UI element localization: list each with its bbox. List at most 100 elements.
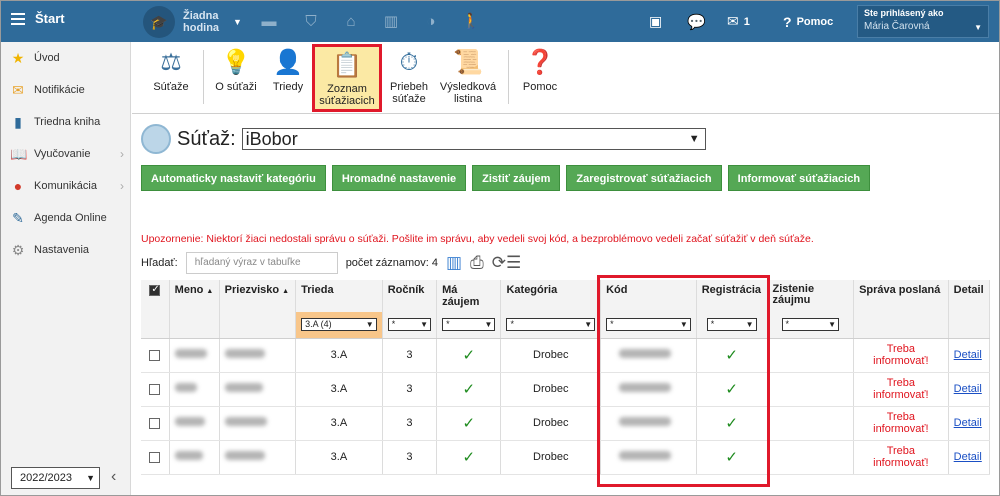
refresh-list-icon[interactable]: ⟳☰ <box>492 253 521 273</box>
cell-zistenie <box>767 406 855 441</box>
col-trieda[interactable]: Trieda <box>295 280 383 312</box>
detail-link[interactable]: Detail <box>954 451 982 463</box>
sidebar-item-triedna-kniha[interactable]: ▮ Triedna kniha <box>1 106 130 138</box>
registracia-filter-select[interactable]: * ▼ <box>706 318 757 332</box>
filter-value: * <box>510 319 514 330</box>
row-checkbox[interactable] <box>141 338 170 373</box>
select-all-checkbox[interactable] <box>141 280 170 312</box>
toolbar-priebeh-sutaze-button[interactable]: ⏱ Priebeh súťaže <box>385 47 433 106</box>
chat-icon: 💬 <box>687 13 706 31</box>
col-kategoria[interactable]: Kategória <box>500 280 602 312</box>
redacted-text <box>224 349 265 358</box>
chart-icon[interactable]: ▥ <box>381 12 401 32</box>
sidebar-item-vyucovanie[interactable]: 📖 Vyučovanie › <box>1 138 130 170</box>
ma-zaujem-filter-select[interactable]: * ▼ <box>442 318 496 332</box>
sidebar-item-agenda-online[interactable]: ✎ Agenda Online <box>1 202 130 234</box>
hour-selector[interactable]: 🎓 Žiadna hodina ▼ <box>143 6 242 38</box>
print-icon[interactable]: ⎙ <box>470 253 484 273</box>
col-sprava-poslana[interactable]: Správa poslaná <box>853 280 949 312</box>
sidebar-item-uvod[interactable]: ★ Úvod <box>1 42 130 74</box>
cell-zistenie <box>767 372 855 407</box>
messages-button[interactable]: ✉ 1 <box>727 1 750 42</box>
open-book-icon: 📖 <box>10 145 28 162</box>
filter-cell: 3.A (4) ▼ <box>295 312 383 339</box>
user-menu[interactable]: Ste prihlásený ako Mária Čarovná ▼ <box>857 5 989 38</box>
toolbar-sutaze-button[interactable]: ⚖ Súťaže <box>148 47 194 94</box>
col-rocnik[interactable]: Ročník <box>382 280 438 312</box>
palette-icon[interactable]: ◑ <box>421 12 441 32</box>
cast-button[interactable]: ▣ <box>649 1 662 42</box>
col-registracia[interactable]: Registrácia <box>696 280 768 312</box>
header-label: Priezvisko <box>224 284 280 296</box>
kod-filter-select[interactable]: * ▼ <box>606 318 691 332</box>
toolbar-o-sutazi-button[interactable]: 💡 O súťaži <box>212 47 260 94</box>
col-ma-zaujem[interactable]: Má záujem <box>436 280 502 312</box>
sidebar-item-notifikacie[interactable]: ✉ Notifikácie <box>1 74 130 106</box>
bank-icon[interactable]: ⌂ <box>341 12 361 32</box>
user-caption: Ste prihlásený ako <box>864 8 944 18</box>
auto-category-button[interactable]: Automaticky nastaviť kategóriu <box>141 165 326 191</box>
cell-meno <box>169 372 220 407</box>
col-meno[interactable]: Meno ▲ <box>169 280 220 312</box>
header-label: Kategória <box>506 284 558 296</box>
filter-value: * <box>446 319 450 330</box>
detail-link[interactable]: Detail <box>954 383 982 395</box>
toolbar-label: Priebeh súťaže <box>390 81 428 105</box>
row-checkbox[interactable] <box>141 440 170 475</box>
chevron-down-icon: ▼ <box>828 320 837 330</box>
register-contestants-button[interactable]: Zaregistrovať súťažiacich <box>566 165 722 191</box>
checkbox-icon <box>149 417 161 429</box>
toolbar-pomoc-button[interactable]: ❓ Pomoc <box>518 47 562 94</box>
toolbar-triedy-button[interactable]: 👤 Triedy <box>266 47 310 94</box>
competition-select[interactable]: iBobor ▼ <box>241 128 706 150</box>
home-button[interactable]: Štart <box>11 11 65 26</box>
help-button[interactable]: ? Pomoc <box>783 1 833 42</box>
row-checkbox[interactable] <box>141 406 170 441</box>
cell-zistenie <box>767 338 855 373</box>
toolbar-zoznam-sutaziacich-button[interactable]: 📋 Zoznam súťažiacich <box>312 44 382 112</box>
find-interest-button[interactable]: Zistiť záujem <box>472 165 561 191</box>
stopwatch-icon: ⏱ <box>399 49 419 76</box>
col-zistenie-zaujmu[interactable]: Zistenie záujmu <box>767 280 855 312</box>
sidebar-item-label: Nastavenia <box>34 244 90 256</box>
col-kod[interactable]: Kód <box>600 280 697 312</box>
redacted-text <box>224 451 265 460</box>
detail-link[interactable]: Detail <box>954 349 982 361</box>
col-priezvisko[interactable]: Priezvisko ▲ <box>219 280 297 312</box>
message-count: 1 <box>743 15 750 28</box>
chat-button[interactable]: 💬 <box>687 1 706 42</box>
toolbar-vysledkova-listina-button[interactable]: 📜 Výsledková listina <box>437 47 499 106</box>
col-detail[interactable]: Detail <box>948 280 991 312</box>
kategoria-filter-select[interactable]: * ▼ <box>506 318 596 332</box>
bulk-settings-button[interactable]: Hromadné nastavenie <box>331 165 467 191</box>
cell-detail: Detail <box>948 372 991 407</box>
collapse-sidebar-icon[interactable]: ‹ <box>111 468 116 486</box>
row-checkbox[interactable] <box>141 372 170 407</box>
redacted-text <box>619 417 672 426</box>
walker-icon[interactable]: 🚶 <box>461 12 481 32</box>
zistenie-filter-select[interactable]: * ▼ <box>781 318 840 332</box>
school-year-select[interactable]: 2022/2023 ▼ <box>11 467 100 489</box>
competition-value: iBobor <box>245 129 298 149</box>
toolbar-label: O súťaži <box>215 81 257 93</box>
inform-contestants-button[interactable]: Informovať súťažiacich <box>727 165 871 191</box>
header-label: Trieda <box>301 284 334 296</box>
sidebar-item-nastavenia[interactable]: ⚙ Nastavenia <box>1 234 130 266</box>
cell-sprava: Treba informovať! <box>853 440 949 475</box>
filter-value: * <box>391 319 396 330</box>
cell-kod <box>600 372 697 407</box>
person-icon: 👤 <box>273 49 303 76</box>
rocnik-filter-select[interactable]: * ▼ <box>387 318 432 332</box>
action-buttons: Automaticky nastaviť kategóriu Hromadné … <box>141 165 871 191</box>
cell-priezvisko <box>219 338 297 373</box>
check-icon: ✓ <box>696 372 768 407</box>
search-input[interactable]: hľadaný výraz v tabuľke <box>185 252 338 274</box>
cell-trieda: 3.A <box>295 406 383 441</box>
columns-icon[interactable]: ▥ <box>446 253 462 273</box>
shield-icon[interactable]: ⛉ <box>301 12 321 32</box>
toolbar-label: Triedy <box>272 81 304 93</box>
sidebar-item-komunikacia[interactable]: ● Komunikácia › <box>1 170 130 202</box>
detail-link[interactable]: Detail <box>954 417 982 429</box>
trieda-filter-select[interactable]: 3.A (4) ▼ <box>301 318 377 332</box>
briefcase-icon[interactable]: ▬ <box>259 12 279 32</box>
